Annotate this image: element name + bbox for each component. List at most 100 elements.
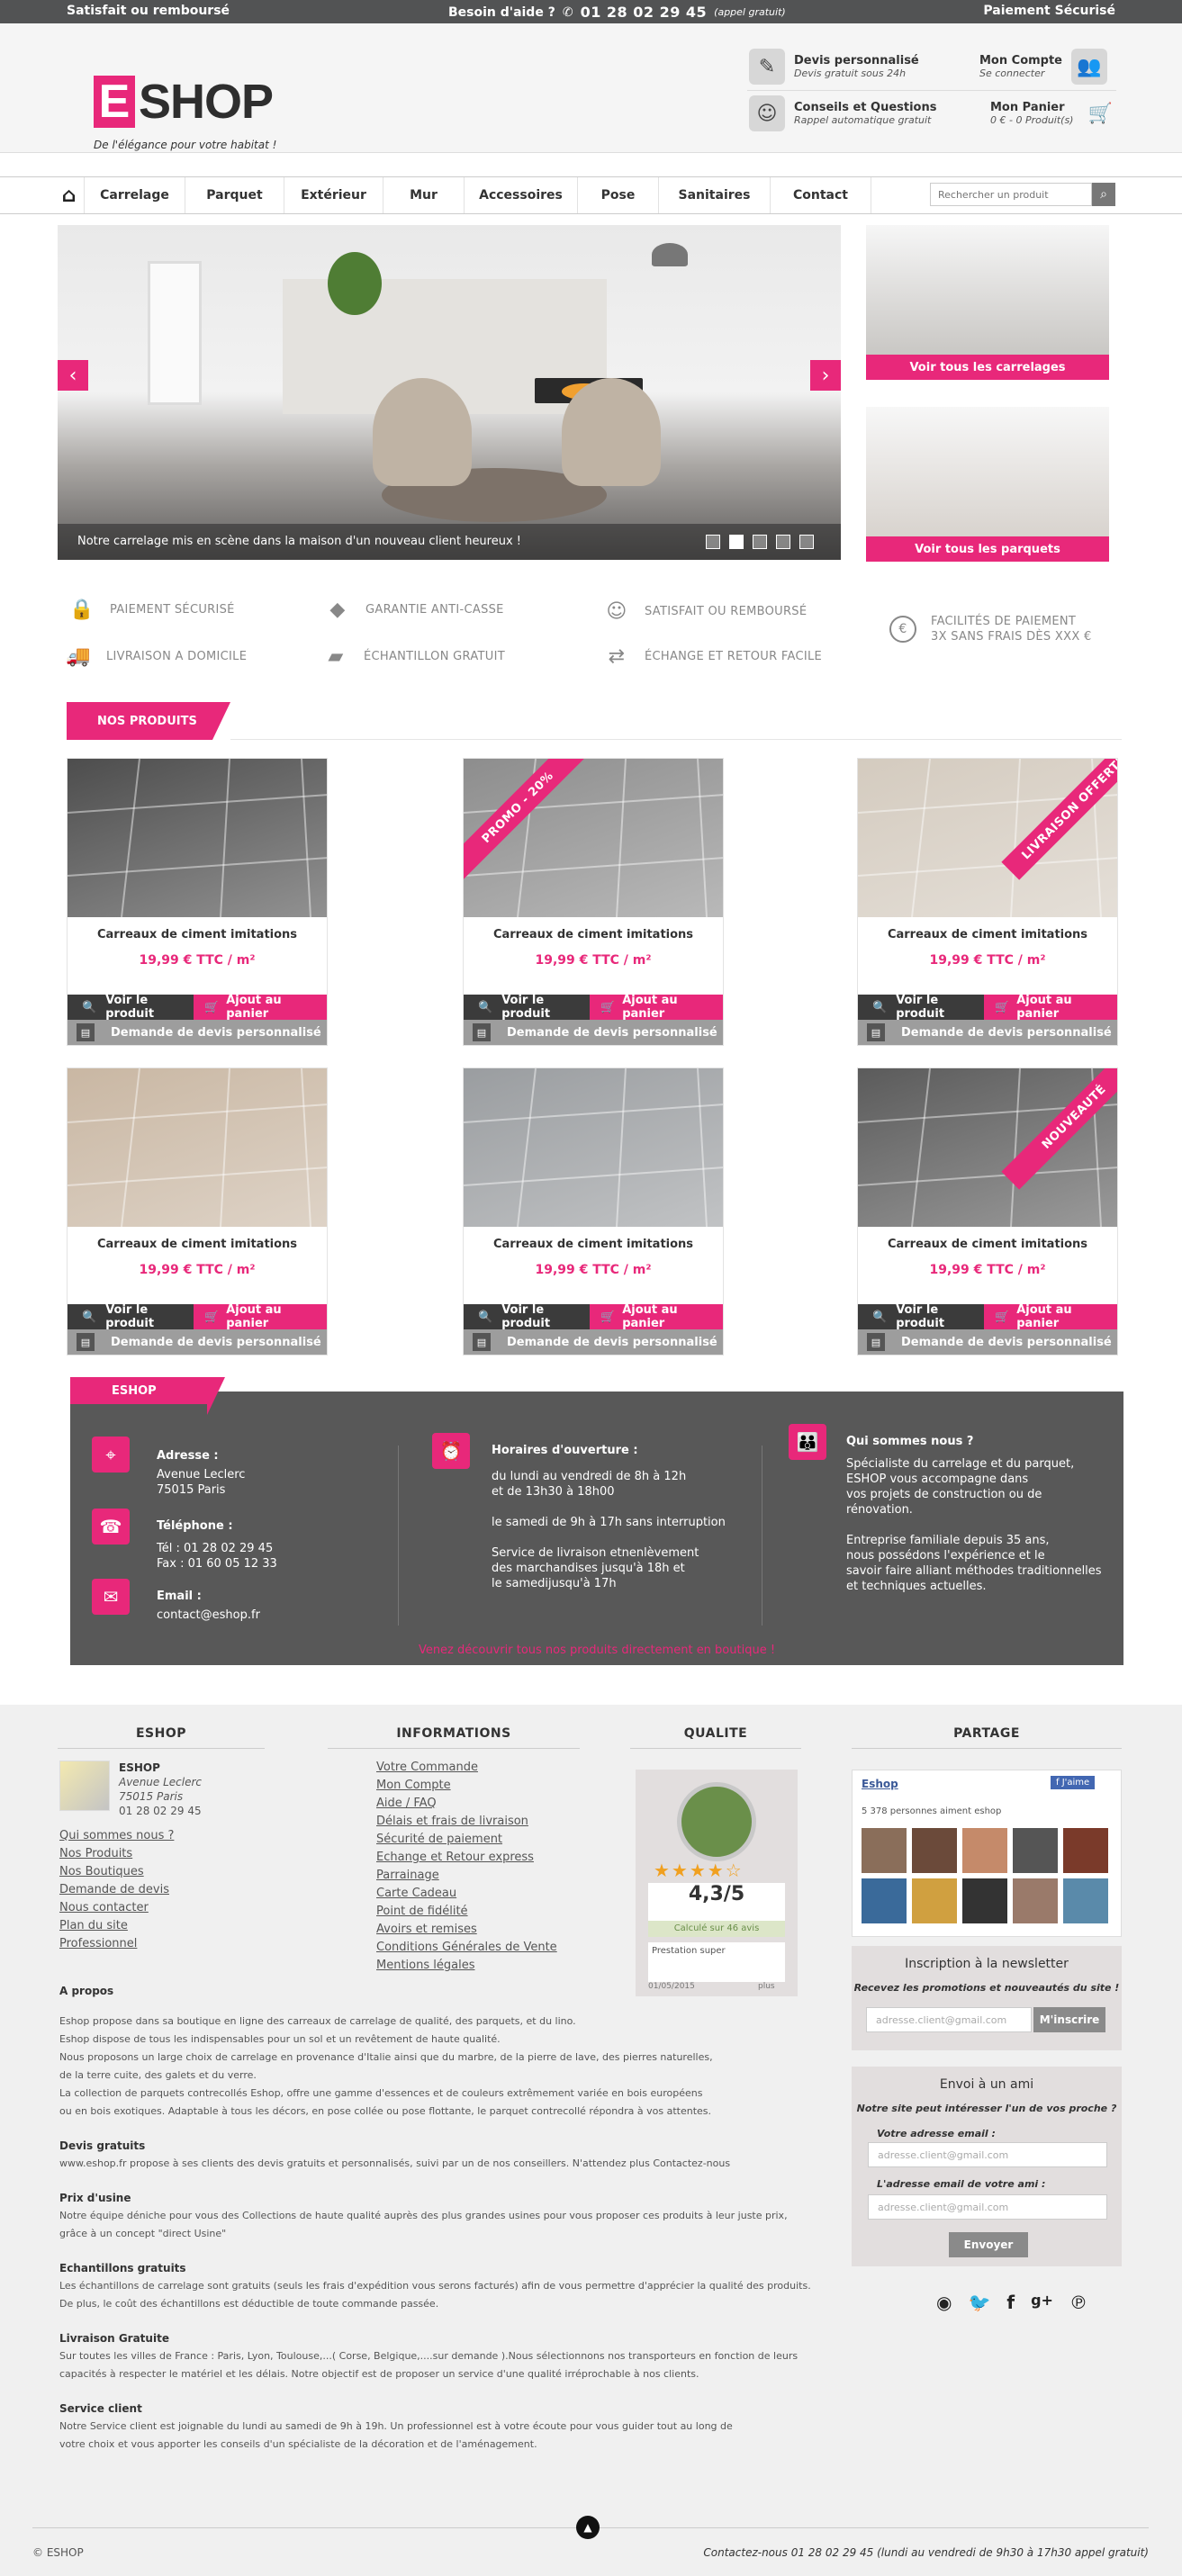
rss-icon[interactable]: ◉ [936, 2292, 952, 2313]
view-product-button[interactable]: 🔍 Voir le produit [68, 994, 194, 1021]
slide-dot[interactable] [799, 535, 814, 549]
nav-item-pose[interactable]: Pose [578, 177, 659, 213]
search-input[interactable] [930, 183, 1092, 206]
add-to-cart-button[interactable]: 🛒 Ajout au panier [984, 1303, 1117, 1330]
product-card[interactable]: LIVRAISON OFFERTE Carreaux de ciment imit… [857, 758, 1118, 1046]
footer-link[interactable]: Plan du site [59, 1917, 174, 1935]
fan-avatar[interactable] [1013, 1828, 1058, 1873]
rating-widget[interactable]: ★★★★☆ 4,3/5 Calculé sur 46 avis Prestati… [636, 1770, 798, 1996]
footer-link[interactable]: Mon Compte [376, 1777, 557, 1795]
request-quote-button[interactable]: ▤ Demande de devis personnalisé [68, 1329, 327, 1355]
fan-avatar[interactable] [962, 1828, 1007, 1873]
product-image[interactable]: LIVRAISON OFFERTE [858, 759, 1117, 917]
fan-avatar[interactable] [912, 1828, 957, 1873]
product-image[interactable]: NOUVEAUTÉ [858, 1068, 1117, 1227]
footer-link[interactable]: Echange et Retour express [376, 1849, 557, 1867]
add-to-cart-button[interactable]: 🛒 Ajout au panier [984, 994, 1117, 1021]
request-quote-button[interactable]: ▤ Demande de devis personnalisé [858, 1329, 1117, 1355]
view-product-button[interactable]: 🔍 Voir le produit [858, 994, 984, 1021]
product-card[interactable]: Carreaux de ciment imitations 19,99 € TTC… [463, 1067, 724, 1356]
facebook-page-name[interactable]: Eshop [862, 1778, 898, 1790]
footer-link[interactable]: Professionnel [59, 1935, 174, 1953]
fan-avatar[interactable] [1013, 1878, 1058, 1923]
add-to-cart-button[interactable]: 🛒 Ajout au panier [590, 994, 723, 1021]
google-plus-icon[interactable]: g+ [1031, 2292, 1053, 2313]
footer-link[interactable]: Mentions légales [376, 1957, 557, 1975]
cart-link[interactable]: 🛒 Mon Panier 0 € - 0 Produit(s) [990, 95, 1118, 131]
help-line[interactable]: Besoin d'aide ? ✆ 01 28 02 29 45 (appel … [448, 4, 786, 21]
footer-link[interactable]: Sécurité de paiement [376, 1831, 557, 1849]
product-card[interactable]: Carreaux de ciment imitations 19,99 € TTC… [67, 758, 328, 1046]
product-name[interactable]: Carreaux de ciment imitations [464, 1238, 723, 1251]
product-name[interactable]: Carreaux de ciment imitations [464, 928, 723, 941]
nav-item-contact[interactable]: Contact [771, 177, 871, 213]
facebook-icon[interactable]: f [1006, 2292, 1015, 2313]
facebook-like-button[interactable]: f J'aime [1051, 1776, 1096, 1789]
slide-dot[interactable] [706, 535, 720, 549]
footer-link[interactable]: Nous contacter [59, 1899, 174, 1917]
nav-item-accessoires[interactable]: Accessoires [465, 177, 578, 213]
email-value[interactable]: contact@eshop.fr [157, 1608, 260, 1623]
pinterest-icon[interactable]: ℗ [1069, 2292, 1087, 2313]
nav-item-parquet[interactable]: Parquet [185, 177, 284, 213]
add-to-cart-button[interactable]: 🛒 Ajout au panier [590, 1303, 723, 1330]
request-quote-button[interactable]: ▤ Demande de devis personnalisé [464, 1329, 723, 1355]
footer-link[interactable]: Votre Commande [376, 1759, 557, 1777]
your-email-input[interactable]: adresse.client@gmail.com [868, 2142, 1107, 2167]
slide-dot[interactable] [729, 535, 744, 549]
footer-link[interactable]: Nos Boutiques [59, 1863, 174, 1881]
logo[interactable]: E SHOP [94, 74, 274, 130]
devis-link[interactable]: ✎ Devis personnalisé Devis gratuit sous … [749, 49, 919, 85]
request-quote-button[interactable]: ▤ Demande de devis personnalisé [464, 1020, 723, 1045]
home-icon[interactable]: ⌂ [0, 177, 85, 213]
add-to-cart-button[interactable]: 🛒 Ajout au panier [194, 994, 327, 1021]
view-product-button[interactable]: 🔍 Voir le produit [464, 1303, 590, 1330]
account-link[interactable]: 👥 Mon Compte Se connecter [979, 49, 1108, 85]
footer-link[interactable]: Point de fidélité [376, 1903, 557, 1921]
footer-link[interactable]: Conditions Générales de Vente [376, 1939, 557, 1957]
product-card[interactable]: Carreaux de ciment imitations 19,99 € TTC… [67, 1067, 328, 1356]
hero-prev-arrow-icon[interactable]: ‹ [58, 360, 88, 391]
store-cta[interactable]: Venez découvrir tous nos produits direct… [70, 1644, 1123, 1657]
footer-link[interactable]: Avoirs et remises [376, 1921, 557, 1939]
footer-link[interactable]: Parrainage [376, 1867, 557, 1885]
fan-avatar[interactable] [1063, 1828, 1108, 1873]
hero-slider[interactable]: Notre carrelage mis en scène dans la mai… [58, 225, 841, 560]
product-image[interactable] [68, 1068, 327, 1227]
fan-avatar[interactable] [862, 1828, 907, 1873]
search-icon[interactable]: ⌕ [1092, 183, 1115, 206]
product-card[interactable]: PROMO - 20% Carreaux de ciment imitations… [463, 758, 724, 1046]
slide-dot[interactable] [753, 535, 767, 549]
hero-next-arrow-icon[interactable]: › [810, 360, 841, 391]
footer-link[interactable]: Demande de devis [59, 1881, 174, 1899]
product-image[interactable] [68, 759, 327, 917]
fan-avatar[interactable] [862, 1878, 907, 1923]
conseil-link[interactable]: ☺ Conseils et Questions Rappel automatiq… [749, 95, 936, 131]
twitter-icon[interactable]: 🐦 [968, 2292, 990, 2313]
footer-link[interactable]: Aide / FAQ [376, 1795, 557, 1813]
product-image[interactable] [464, 1068, 723, 1227]
newsletter-subscribe-button[interactable]: M'inscrire [1033, 2007, 1105, 2032]
fan-avatar[interactable] [962, 1878, 1007, 1923]
request-quote-button[interactable]: ▤ Demande de devis personnalisé [858, 1020, 1117, 1045]
request-quote-button[interactable]: ▤ Demande de devis personnalisé [68, 1020, 327, 1045]
view-product-button[interactable]: 🔍 Voir le produit [464, 994, 590, 1021]
product-name[interactable]: Carreaux de ciment imitations [858, 1238, 1117, 1251]
nav-item-sanitaires[interactable]: Sanitaires [659, 177, 771, 213]
slide-dot[interactable] [776, 535, 790, 549]
promo-carrelage[interactable]: Voir tous les carrelages [866, 225, 1109, 380]
fan-avatar[interactable] [912, 1878, 957, 1923]
product-name[interactable]: Carreaux de ciment imitations [68, 1238, 327, 1251]
friend-email-input[interactable]: adresse.client@gmail.com [868, 2194, 1107, 2220]
footer-link[interactable]: Carte Cadeau [376, 1885, 557, 1903]
product-name[interactable]: Carreaux de ciment imitations [858, 928, 1117, 941]
product-name[interactable]: Carreaux de ciment imitations [68, 928, 327, 941]
footer-link[interactable]: Nos Produits [59, 1845, 174, 1863]
product-card[interactable]: NOUVEAUTÉ Carreaux de ciment imitations 19… [857, 1067, 1118, 1356]
back-to-top-icon[interactable]: ▲ [576, 2516, 600, 2539]
map-thumbnail[interactable] [59, 1761, 110, 1811]
footer-link[interactable]: Qui sommes nous ? [59, 1827, 174, 1845]
newsletter-email-input[interactable]: adresse.client@gmail.com [866, 2007, 1032, 2032]
view-product-button[interactable]: 🔍 Voir le produit [68, 1303, 194, 1330]
view-product-button[interactable]: 🔍 Voir le produit [858, 1303, 984, 1330]
